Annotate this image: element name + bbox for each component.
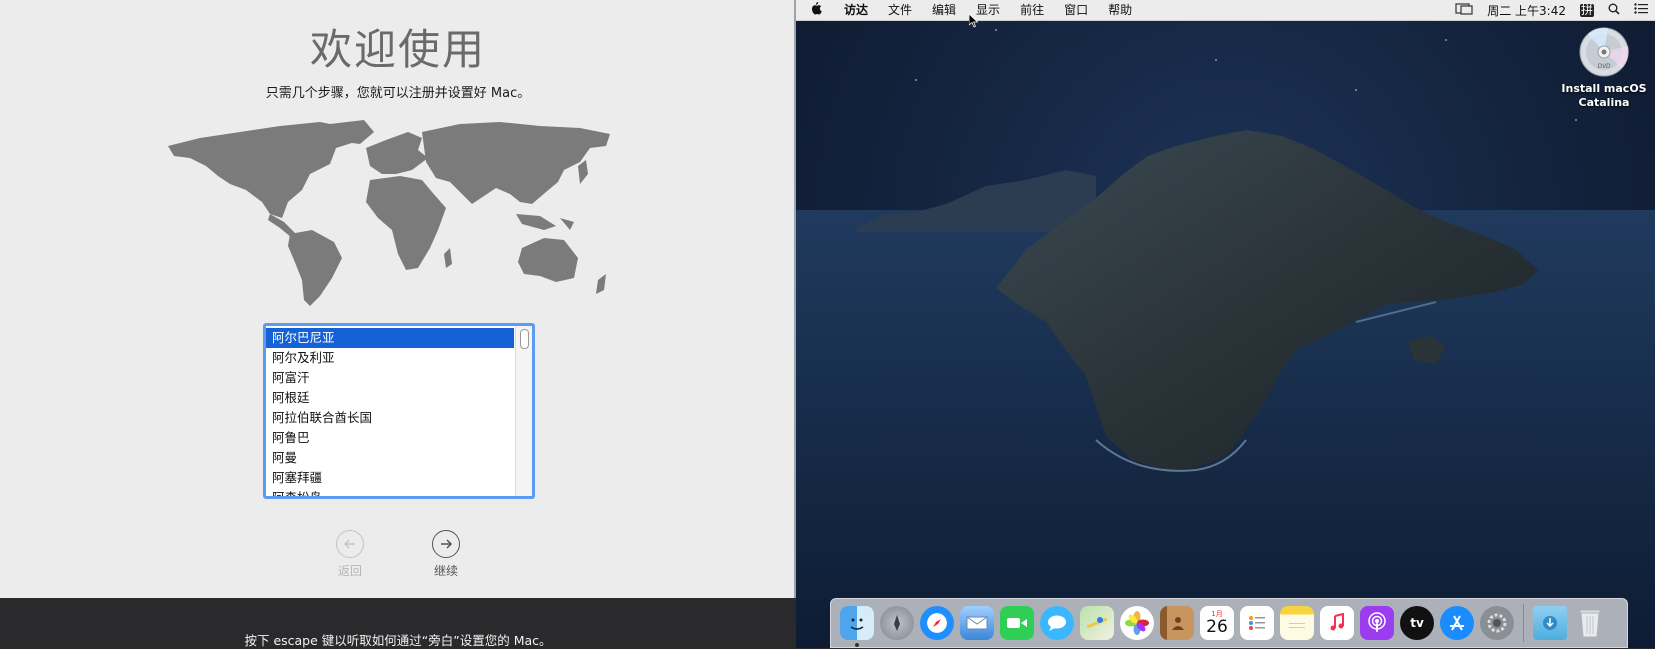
- notes-icon[interactable]: [1280, 606, 1314, 640]
- dvd-icon: DVD: [1579, 27, 1629, 77]
- desktop[interactable]: [796, 0, 1655, 648]
- svg-text:DVD: DVD: [1598, 64, 1611, 70]
- contacts-icon[interactable]: [1160, 606, 1194, 640]
- running-indicator: [855, 643, 859, 647]
- messages-icon[interactable]: [1040, 606, 1074, 640]
- podcasts-icon[interactable]: [1360, 606, 1394, 640]
- trash-icon[interactable]: [1573, 606, 1607, 640]
- drive-label-line1: Install macOS: [1561, 82, 1647, 95]
- dock: 1月 26 tv: [830, 598, 1628, 648]
- menu-window[interactable]: 窗口: [1054, 0, 1098, 20]
- scrollbar-thumb[interactable]: [520, 329, 529, 349]
- drive-label: Install macOS Catalina: [1556, 82, 1652, 110]
- photos-icon[interactable]: [1120, 606, 1154, 640]
- menubar-clock[interactable]: 周二 上午3:42: [1487, 2, 1566, 19]
- menu-edit[interactable]: 编辑: [922, 0, 966, 20]
- apple-menu-icon[interactable]: [796, 1, 834, 19]
- continue-label: 继续: [433, 564, 458, 578]
- tv-label: tv: [1410, 616, 1424, 630]
- arrow-right-icon: [432, 530, 460, 558]
- menu-help[interactable]: 帮助: [1098, 0, 1142, 20]
- display-mirroring-icon[interactable]: [1455, 2, 1473, 18]
- list-item[interactable]: 阿鲁巴: [266, 428, 514, 448]
- music-icon[interactable]: [1320, 606, 1354, 640]
- safari-icon[interactable]: [920, 606, 954, 640]
- input-method-icon[interactable]: 拼: [1580, 3, 1594, 17]
- country-list[interactable]: 阿尔巴尼亚 阿尔及利亚 阿富汗 阿根廷 阿拉伯联合酋长国 阿鲁巴 阿曼 阿塞拜疆…: [263, 323, 535, 499]
- page-title: 欢迎使用: [309, 25, 486, 74]
- spotlight-icon[interactable]: [1608, 3, 1620, 18]
- app-store-icon[interactable]: [1440, 606, 1474, 640]
- list-item[interactable]: 阿尔及利亚: [266, 348, 514, 368]
- voiceover-hint: 按下 escape 键以听取如何通过“旁白”设置您的 Mac。: [244, 633, 552, 648]
- system-preferences-icon[interactable]: [1480, 606, 1514, 640]
- list-item[interactable]: 阿拉伯联合酋长国: [266, 408, 514, 428]
- list-item[interactable]: 阿尔巴尼亚: [266, 328, 514, 348]
- world-map-image: [168, 120, 610, 306]
- list-item[interactable]: 阿根廷: [266, 388, 514, 408]
- page-subtitle: 只需几个步骤，您就可以注册并设置好 Mac。: [265, 86, 531, 101]
- list-item[interactable]: 阿塞拜疆: [266, 468, 514, 488]
- list-item[interactable]: 阿富汗: [266, 368, 514, 388]
- finder-icon[interactable]: [840, 606, 874, 647]
- facetime-icon[interactable]: [1000, 606, 1034, 640]
- menu-bar: 访达 文件 编辑 显示 前往 窗口 帮助 周二 上午3:42 拼: [796, 0, 1655, 21]
- notification-center-icon[interactable]: [1634, 3, 1648, 17]
- downloads-folder-icon[interactable]: [1533, 606, 1567, 640]
- menu-go[interactable]: 前往: [1010, 0, 1054, 20]
- mouse-cursor-icon: [968, 13, 979, 32]
- calendar-icon[interactable]: 1月 26: [1200, 606, 1234, 640]
- menu-file[interactable]: 文件: [878, 0, 922, 20]
- continue-button[interactable]: 继续: [416, 530, 476, 579]
- arrow-left-icon: [336, 530, 364, 558]
- menu-finder[interactable]: 访达: [834, 0, 878, 20]
- back-label: 返回: [337, 564, 362, 578]
- calendar-day: 26: [1206, 617, 1228, 637]
- launchpad-icon[interactable]: [880, 606, 914, 640]
- dock-separator: [1523, 604, 1524, 642]
- setup-assistant-window: 欢迎使用 只需几个步骤，您就可以注册并设置好 Mac。 阿尔巴尼亚 阿尔及利亚 …: [0, 0, 796, 598]
- catalina-wallpaper-image: [796, 29, 1655, 648]
- list-item[interactable]: 阿森松岛: [266, 488, 514, 496]
- tv-icon[interactable]: tv: [1400, 606, 1434, 640]
- back-button[interactable]: 返回: [320, 530, 380, 579]
- maps-icon[interactable]: [1080, 606, 1114, 640]
- mail-icon[interactable]: [960, 606, 994, 640]
- install-macos-drive[interactable]: DVD Install macOS Catalina: [1556, 26, 1652, 110]
- list-item[interactable]: 阿曼: [266, 448, 514, 468]
- drive-label-line2: Catalina: [1578, 96, 1630, 109]
- list-scrollbar[interactable]: [515, 326, 532, 496]
- reminders-icon[interactable]: [1240, 606, 1274, 640]
